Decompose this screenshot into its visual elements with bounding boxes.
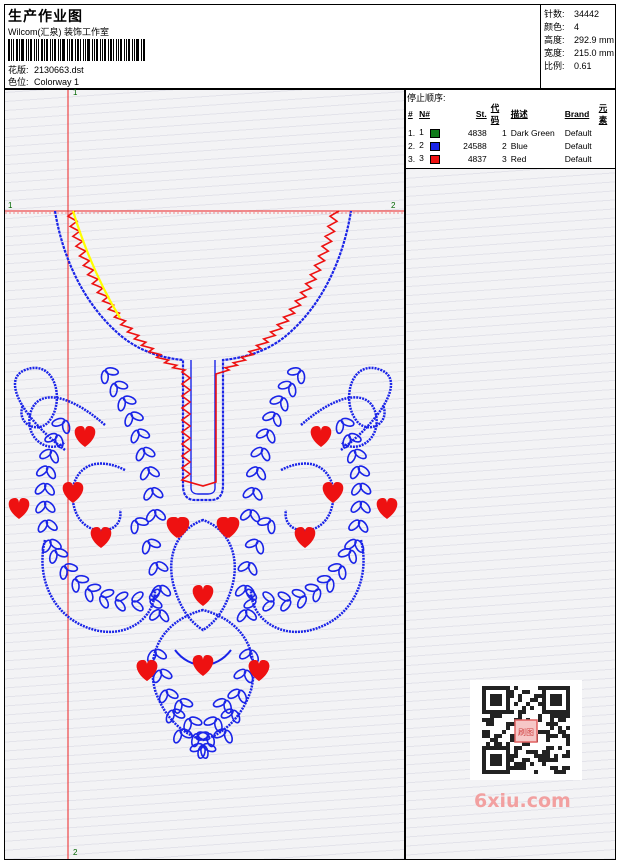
row-index: 1.: [408, 127, 416, 138]
row-stitches: 24588: [463, 140, 487, 151]
col-element: 元素: [598, 103, 608, 125]
qr-code-graphic: 刷图: [470, 680, 582, 780]
col-brand: Brand: [564, 109, 590, 119]
qr-code: 刷图: [470, 680, 582, 780]
spec-height: 高度: 292.9 mm: [544, 35, 615, 45]
spec-scale: 比例: 0.61: [544, 61, 592, 71]
row-brand: Default: [564, 140, 592, 151]
spec-colors: 颜色: 4: [544, 22, 580, 32]
spec-stitches: 针数: 34442: [544, 9, 600, 19]
row-desc: Dark Green: [510, 127, 555, 138]
col-stitches: St.: [475, 109, 487, 119]
stop-sequence-table: # N# St. 代码 描述 Brand 元素 1. 1 4838 1 Dark Gre…: [406, 102, 615, 178]
design-canvas: 1 2 1 2: [4, 88, 405, 860]
row-index: 3.: [408, 153, 416, 164]
col-n: N#: [419, 109, 430, 119]
col-index: #: [408, 109, 413, 119]
design-label: 花版:: [8, 65, 29, 75]
watermark-logo: 6xiu.com: [474, 790, 571, 812]
axis-left-marker: 1: [8, 201, 13, 210]
row-n: 3: [417, 152, 461, 165]
row-code: 3: [502, 153, 507, 164]
embroidery-design: [5, 90, 404, 859]
row-stitches: 4838: [467, 127, 487, 138]
table-row: 1. 1 4838 1 Dark Green Default: [406, 126, 615, 139]
table-row: 2. 2 24588 2 Blue Default: [406, 139, 615, 152]
axis-top-marker: 1: [73, 88, 78, 97]
colorway-label: 色位:: [8, 77, 29, 87]
col-desc: 描述: [510, 109, 528, 119]
row-element: [597, 139, 615, 152]
color-swatch: [429, 154, 440, 164]
header-left: 生产作业图 Wilcom(汇泉) 装饰工作室 花版: 2130663.dst 色…: [5, 5, 541, 88]
neckline-motif: [8, 210, 398, 760]
header: 生产作业图 Wilcom(汇泉) 装饰工作室 花版: 2130663.dst 色…: [4, 4, 616, 89]
table-header-row: # N# St. 代码 描述 Brand 元素: [406, 102, 615, 126]
spec-block: 针数: 34442 颜色: 4 高度: 292.9 mm 宽度: 215.0 mm 比例…: [542, 5, 616, 88]
row-brand: Default: [564, 153, 592, 164]
row-element: [597, 152, 615, 165]
col-code: 代码: [490, 103, 500, 125]
row-n: 2: [417, 139, 461, 152]
barcode: [8, 39, 146, 61]
row-code: 2: [502, 140, 507, 151]
row-desc: Red: [510, 153, 527, 164]
company-name: Wilcom(汇泉) 装饰工作室: [8, 27, 109, 37]
page-title: 生产作业图: [8, 8, 83, 24]
stop-sequence-panel: 停止顺序: # N# St. 代码 描述 Brand 元素 1. 1 4838 1 Da…: [405, 89, 616, 177]
color-swatch: [429, 141, 440, 151]
row-code: 1: [502, 127, 507, 138]
axis-right-marker: 2: [391, 201, 396, 210]
row-desc: Blue: [510, 140, 528, 151]
row-index: 2.: [408, 140, 416, 151]
table-row: 3. 3 4837 3 Red Default: [406, 152, 615, 165]
row-stitches: 4837: [467, 153, 487, 164]
axis-bottom-marker: 2: [73, 848, 78, 857]
qr-stamp-text: 刷图: [518, 728, 534, 737]
row-n: 1: [417, 126, 461, 139]
colorway-line: 色位: Colorway 1: [8, 75, 79, 88]
row-element: [597, 126, 615, 139]
color-swatch: [429, 128, 440, 138]
design-value: 2130663.dst: [34, 65, 84, 75]
row-brand: Default: [564, 127, 592, 138]
spec-width: 宽度: 215.0 mm: [544, 48, 615, 58]
colorway-value: Colorway 1: [34, 77, 80, 87]
